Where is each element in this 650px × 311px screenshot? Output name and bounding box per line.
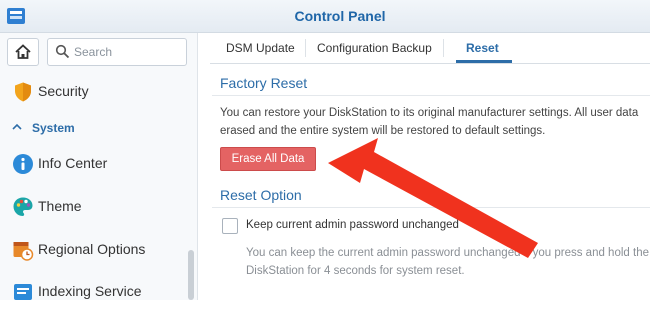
reset-option-note-line2: DiskStation for 4 seconds for system res… [246,265,465,277]
erase-all-data-button[interactable]: Erase All Data [220,147,316,171]
sidebar-item-label: Security [38,83,89,99]
section-divider [212,95,650,96]
section-divider [212,207,650,208]
shield-icon [12,81,34,103]
active-tab-indicator [456,60,512,63]
search-box[interactable] [47,38,187,66]
factory-reset-description-line1: You can restore your DiskStation to its … [220,107,639,119]
section-label: System [32,121,75,135]
sidebar-scrollbar-thumb[interactable] [188,250,194,300]
sidebar-item-indexing-service[interactable]: Indexing Service [0,271,185,311]
home-icon [15,44,31,59]
palette-icon [12,196,34,218]
reset-option-note-line1: You can keep the current admin password … [246,247,649,259]
factory-reset-description-line2: erased and the entire system will be res… [220,125,546,137]
sidebar-item-label: Info Center [38,155,108,171]
keep-admin-password-checkbox[interactable] [222,218,238,234]
sidebar-item-security[interactable]: Security [0,71,185,111]
home-button[interactable] [7,38,39,66]
search-input[interactable] [74,43,179,61]
sidebar-item-label: Theme [38,198,82,214]
chevron-up-icon [12,123,22,130]
sidebar-item-label: Regional Options [38,241,146,257]
sidebar: Security System Info Center Th [0,33,198,300]
tab-dsm-update[interactable]: DSM Update [226,41,295,55]
tab-divider [305,39,306,57]
sidebar-item-label: Indexing Service [38,283,142,299]
info-icon [12,153,34,175]
reset-option-title: Reset Option [220,187,302,203]
sidebar-item-theme[interactable]: Theme [0,186,185,226]
tab-divider [443,39,444,57]
tab-configuration-backup[interactable]: Configuration Backup [317,41,432,55]
main-panel: DSM Update Configuration Backup Reset Fa… [198,33,650,300]
title-bar: Control Panel [0,0,650,33]
search-icon [55,44,70,59]
calendar-clock-icon [12,239,34,261]
factory-reset-title: Factory Reset [220,75,308,91]
tab-bar: DSM Update Configuration Backup Reset [210,33,650,64]
sidebar-item-regional-options[interactable]: Regional Options [0,229,185,269]
section-header-system[interactable]: System [0,117,185,139]
tab-reset[interactable]: Reset [466,41,499,55]
keep-admin-password-label: Keep current admin password unchanged [246,219,459,231]
window-title: Control Panel [294,8,386,24]
sidebar-item-info-center[interactable]: Info Center [0,143,185,183]
